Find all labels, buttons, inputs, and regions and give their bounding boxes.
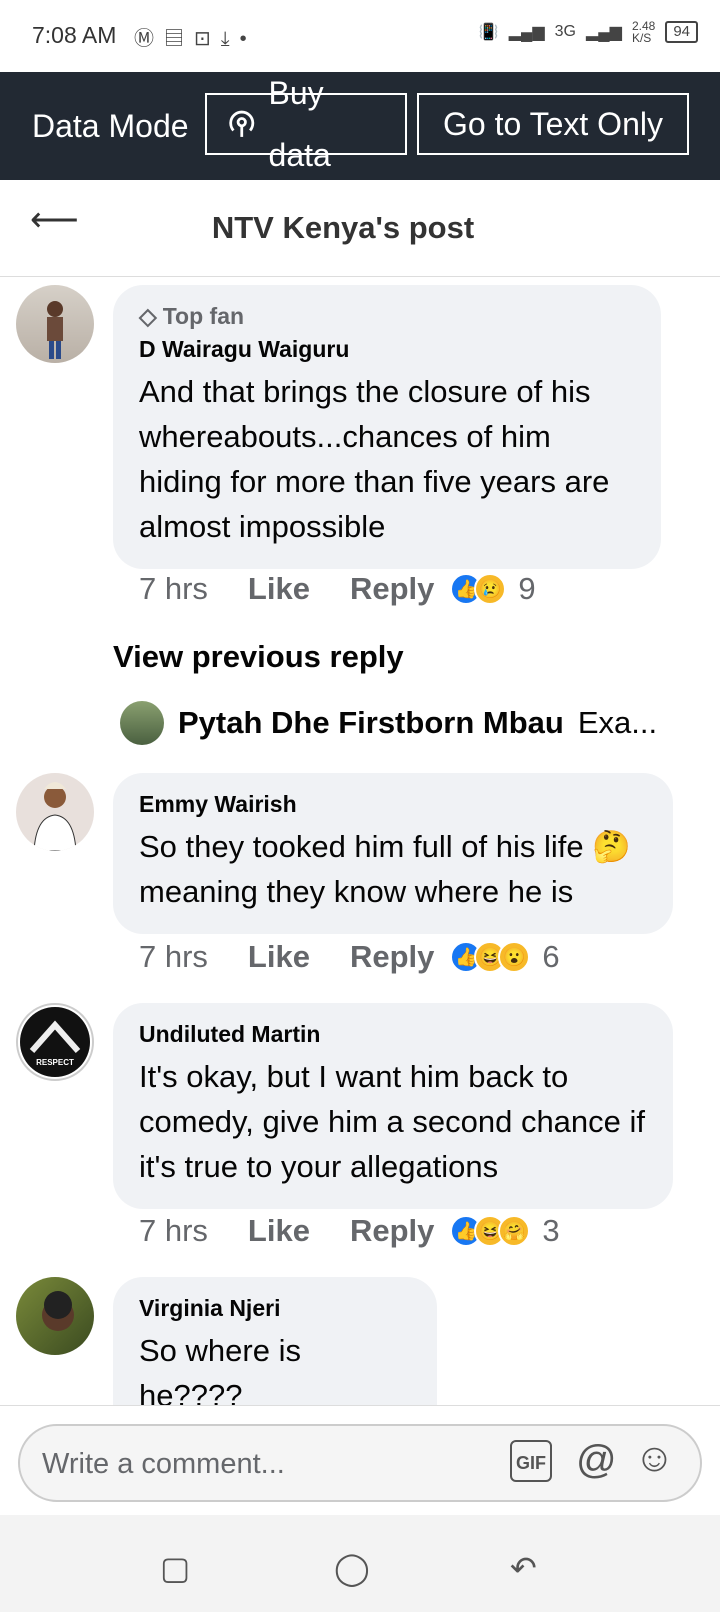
download-icon: ⤓: [220, 28, 240, 50]
comment-author[interactable]: Virginia Njeri: [139, 1295, 411, 1322]
avatar[interactable]: RESPECT: [16, 1003, 94, 1081]
network-type: 3G: [554, 23, 576, 40]
back-icon[interactable]: ↶: [510, 1549, 537, 1587]
comment-text: So where is he????: [139, 1333, 301, 1405]
diamond-icon: ◇: [139, 303, 157, 329]
person-avatar-image: [47, 301, 63, 359]
comment-input-wrapper[interactable]: GIF @ ☺: [18, 1424, 702, 1502]
comment-bubble[interactable]: Undiluted Martin It's okay, but I want h…: [113, 1003, 673, 1209]
comments-feed[interactable]: ◇ Top fan D Wairagu Waiguru And that bri…: [0, 277, 720, 1405]
comment-author[interactable]: Emmy Wairish: [139, 791, 647, 818]
comment-bubble[interactable]: ◇ Top fan D Wairagu Waiguru And that bri…: [113, 285, 661, 569]
reply-button[interactable]: Reply: [350, 571, 434, 607]
comment-author[interactable]: Undiluted Martin: [139, 1021, 647, 1048]
like-button[interactable]: Like: [248, 939, 310, 975]
comment-input[interactable]: [40, 1438, 484, 1490]
comment-text: So they tooked him full of his life 🤔 me…: [139, 829, 631, 909]
comment-time[interactable]: 7 hrs: [139, 571, 208, 607]
buy-data-button[interactable]: Buy data: [205, 75, 407, 173]
emoji-icon[interactable]: ☺: [634, 1436, 675, 1481]
news-icon: ▤: [164, 28, 194, 50]
buy-data-label: Buy data: [268, 75, 331, 173]
wow-reaction-icon: 😮: [498, 941, 531, 973]
avatar: [120, 701, 164, 745]
signal-icon: ▂▄▆: [508, 24, 545, 41]
reaction-summary[interactable]: 👍 😆 😮 6: [450, 939, 560, 975]
svg-text:RESPECT: RESPECT: [36, 1058, 74, 1067]
recents-icon[interactable]: ▢: [160, 1549, 190, 1587]
comment-actions: 7 hrs Like Reply 👍 😆 🤗 3: [139, 1213, 560, 1249]
text-only-button[interactable]: Go to Text Only: [417, 93, 689, 155]
reply-preview[interactable]: Pytah Dhe Firstborn Mbau Exa...: [120, 701, 657, 745]
person-avatar-image: [42, 1291, 74, 1331]
vibrate-icon: 📳: [478, 24, 499, 41]
reply-button[interactable]: Reply: [350, 1213, 434, 1249]
comment-text: And that brings the closure of his where…: [139, 374, 610, 544]
system-status: 📳 ▂▄▆ 3G ▂▄▆ 2.48 K/S 94: [479, 20, 698, 44]
dot-icon: •: [239, 28, 257, 50]
comment-bubble[interactable]: Virginia Njeri So where is he????: [113, 1277, 437, 1405]
top-fan-badge: ◇ Top fan: [139, 303, 245, 329]
avatar[interactable]: [16, 773, 94, 851]
system-nav-bar: ▢ ◯ ↶: [0, 1515, 720, 1612]
view-previous-reply[interactable]: View previous reply: [113, 639, 404, 675]
respect-avatar-image: RESPECT: [20, 1007, 90, 1077]
page-title: NTV Kenya's post: [211, 210, 475, 245]
reply-button[interactable]: Reply: [350, 939, 434, 975]
broadcast-icon: [229, 110, 255, 137]
data-mode-bar: Data Mode Buy data Go to Text Only: [0, 72, 720, 180]
reaction-summary[interactable]: 👍 😢 9: [450, 571, 536, 607]
comment-bubble[interactable]: Emmy Wairish So they tooked him full of …: [113, 773, 673, 934]
gif-button[interactable]: GIF: [510, 1440, 552, 1482]
reaction-count: 6: [542, 939, 560, 974]
avatar[interactable]: [16, 285, 94, 363]
signal-icon-2: ▂▄▆: [586, 24, 622, 41]
notification-icons: Ⓜ▤⊡⤓•: [134, 22, 257, 51]
comment-author[interactable]: D Wairagu Waiguru: [139, 336, 635, 363]
comment-time[interactable]: 7 hrs: [139, 1213, 208, 1249]
messenger-icon: Ⓜ: [134, 28, 164, 50]
care-reaction-icon: 🤗: [498, 1215, 531, 1247]
comment-actions: 7 hrs Like Reply 👍 😢 9: [139, 571, 536, 607]
comment-text: It's okay, but I want him back to comedy…: [139, 1059, 646, 1184]
reply-snippet: Exa...: [577, 705, 658, 740]
reaction-summary[interactable]: 👍 😆 🤗 3: [450, 1213, 560, 1249]
home-icon[interactable]: ◯: [334, 1549, 370, 1587]
sad-reaction-icon: 😢: [474, 573, 507, 605]
comment-time[interactable]: 7 hrs: [139, 939, 208, 975]
avatar[interactable]: [16, 1277, 94, 1355]
data-mode-label: Data Mode: [32, 108, 189, 144]
post-header: ⟵ NTV Kenya's post: [0, 180, 720, 277]
like-button[interactable]: Like: [248, 1213, 310, 1249]
battery-indicator: 94: [665, 21, 698, 43]
net-speed: 2.48 K/S: [631, 19, 656, 45]
person-avatar-image: [33, 782, 77, 851]
reply-author: Pytah Dhe Firstborn Mbau: [178, 705, 564, 740]
reaction-count: 3: [542, 1213, 560, 1248]
text-only-label: Go to Text Only: [443, 106, 663, 142]
status-time: 7:08 AM: [32, 22, 117, 48]
comment-composer: GIF @ ☺: [0, 1405, 720, 1516]
comment-actions: 7 hrs Like Reply 👍 😆 😮 6: [139, 939, 560, 975]
like-button[interactable]: Like: [248, 571, 310, 607]
screenshot-icon: ⊡: [194, 28, 221, 50]
reaction-count: 9: [518, 571, 536, 606]
mention-icon[interactable]: @: [576, 1438, 617, 1483]
